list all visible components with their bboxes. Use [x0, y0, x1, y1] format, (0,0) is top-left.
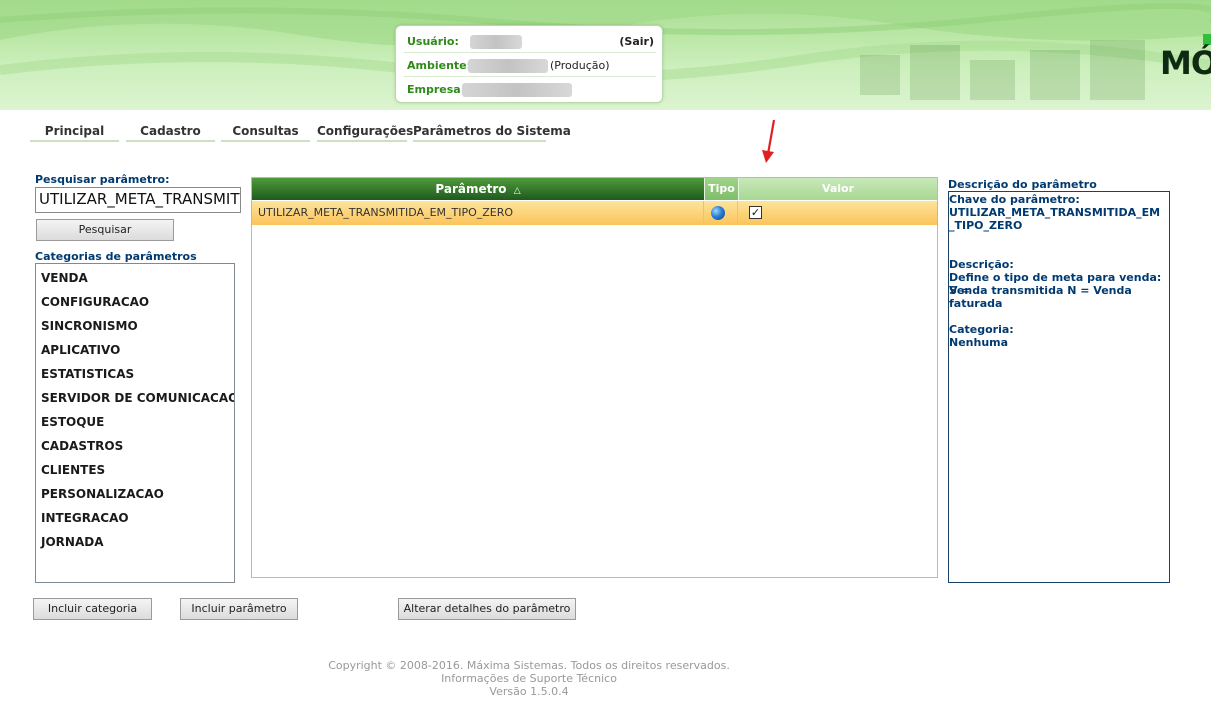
param-description-line2: Venda transmitida N = Venda faturada — [949, 284, 1132, 310]
grid-header: Parâmetro △ Tipo Valor — [252, 178, 937, 200]
category-item[interactable]: VENDA — [41, 271, 88, 289]
sort-ascending-icon: △ — [513, 186, 521, 196]
category-item[interactable]: SINCRONISMO — [41, 319, 138, 337]
nav-configuracoes[interactable]: Configurações — [317, 124, 413, 142]
category-item[interactable]: SERVIDOR DE COMUNICACAO — [41, 391, 234, 409]
globe-icon — [711, 206, 725, 220]
search-label: Pesquisar parâmetro: — [35, 173, 170, 186]
user-row: Usuário: (Sair) — [404, 31, 656, 53]
table-row[interactable]: UTILIZAR_META_TRANSMITIDA_EM_TIPO_ZERO ✓ — [252, 201, 937, 225]
category-item[interactable]: PERSONALIZACAO — [41, 487, 164, 505]
param-key-label: Chave do parâmetro: — [949, 193, 1080, 206]
nav-consultas[interactable]: Consultas — [221, 124, 310, 142]
value-checkbox[interactable]: ✓ — [749, 206, 762, 219]
environment-type: (Produção) — [550, 59, 610, 72]
categories-label: Categorias de parâmetros — [35, 250, 197, 263]
column-header-parametro-label: Parâmetro — [435, 182, 507, 196]
company-logo: MÓ — [1160, 44, 1211, 82]
param-category-label: Categoria: — [949, 323, 1014, 336]
footer-support-link[interactable]: Informações de Suporte Técnico — [0, 672, 1058, 685]
categories-list[interactable]: VENDA CONFIGURACAO SINCRONISMO APLICATIV… — [35, 263, 235, 583]
environment-row: Ambiente: (Produção) — [404, 55, 656, 77]
category-item[interactable]: JORNADA — [41, 535, 103, 553]
category-item[interactable]: ESTOQUE — [41, 415, 104, 433]
user-label: Usuário: — [407, 35, 459, 48]
category-item[interactable]: APLICATIVO — [41, 343, 120, 361]
description-panel-label: Descrição do parâmetro — [948, 178, 1097, 191]
cell-divider — [737, 201, 738, 225]
footer-version: Versão 1.5.0.4 — [489, 685, 569, 698]
category-item[interactable]: CONFIGURACAO — [41, 295, 149, 313]
red-arrow-annotation — [762, 119, 776, 163]
company-name-redacted — [462, 83, 572, 97]
search-input[interactable]: UTILIZAR_META_TRANSMITIDA_EM_TIPO_ZERO — [35, 187, 241, 213]
footer-copyright: Copyright © 2008-2016. Máxima Sistemas. … — [328, 659, 730, 672]
category-item[interactable]: CLIENTES — [41, 463, 105, 481]
company-row: Empresa: — [404, 79, 656, 101]
search-button[interactable]: Pesquisar — [36, 219, 174, 241]
category-item[interactable]: ESTATISTICAS — [41, 367, 134, 385]
footer: Copyright © 2008-2016. Máxima Sistemas. … — [0, 659, 1058, 698]
logout-link[interactable]: (Sair) — [619, 31, 654, 53]
param-category-value: Nenhuma — [949, 336, 1009, 349]
column-header-valor[interactable]: Valor — [738, 178, 937, 200]
nav-principal[interactable]: Principal — [30, 124, 119, 142]
param-key-value-line1: UTILIZAR_META_TRANSMITIDA_EM — [949, 206, 1161, 219]
company-label: Empresa: — [407, 83, 466, 96]
nav-parametros-sistema[interactable]: Parâmetros do Sistema — [413, 124, 571, 142]
header-banner: Usuário: (Sair) Ambiente: (Produção) Emp… — [0, 0, 1211, 110]
category-item[interactable]: CADASTROS — [41, 439, 123, 457]
environment-name-redacted — [468, 59, 548, 73]
add-category-button[interactable]: Incluir categoria — [33, 598, 152, 620]
parameters-grid: Parâmetro △ Tipo Valor UTILIZAR_META_TRA… — [251, 177, 938, 578]
param-key-value-line2: _TIPO_ZERO — [949, 219, 1023, 232]
description-panel: Chave do parâmetro: UTILIZAR_META_TRANSM… — [948, 191, 1170, 583]
nav-cadastro[interactable]: Cadastro — [126, 124, 215, 142]
user-info-box: Usuário: (Sair) Ambiente: (Produção) Emp… — [395, 25, 663, 103]
parameter-name-cell: UTILIZAR_META_TRANSMITIDA_EM_TIPO_ZERO — [258, 206, 514, 219]
param-description-label: Descrição: — [949, 258, 1014, 271]
category-item[interactable]: INTEGRACAO — [41, 511, 129, 529]
column-header-parametro[interactable]: Parâmetro △ — [252, 178, 704, 200]
environment-label: Ambiente: — [407, 59, 472, 72]
cell-divider — [703, 201, 704, 225]
user-name-redacted — [470, 35, 522, 49]
edit-parameter-details-button[interactable]: Alterar detalhes do parâmetro — [398, 598, 576, 620]
column-header-tipo[interactable]: Tipo — [704, 178, 738, 200]
add-parameter-button[interactable]: Incluir parâmetro — [180, 598, 298, 620]
